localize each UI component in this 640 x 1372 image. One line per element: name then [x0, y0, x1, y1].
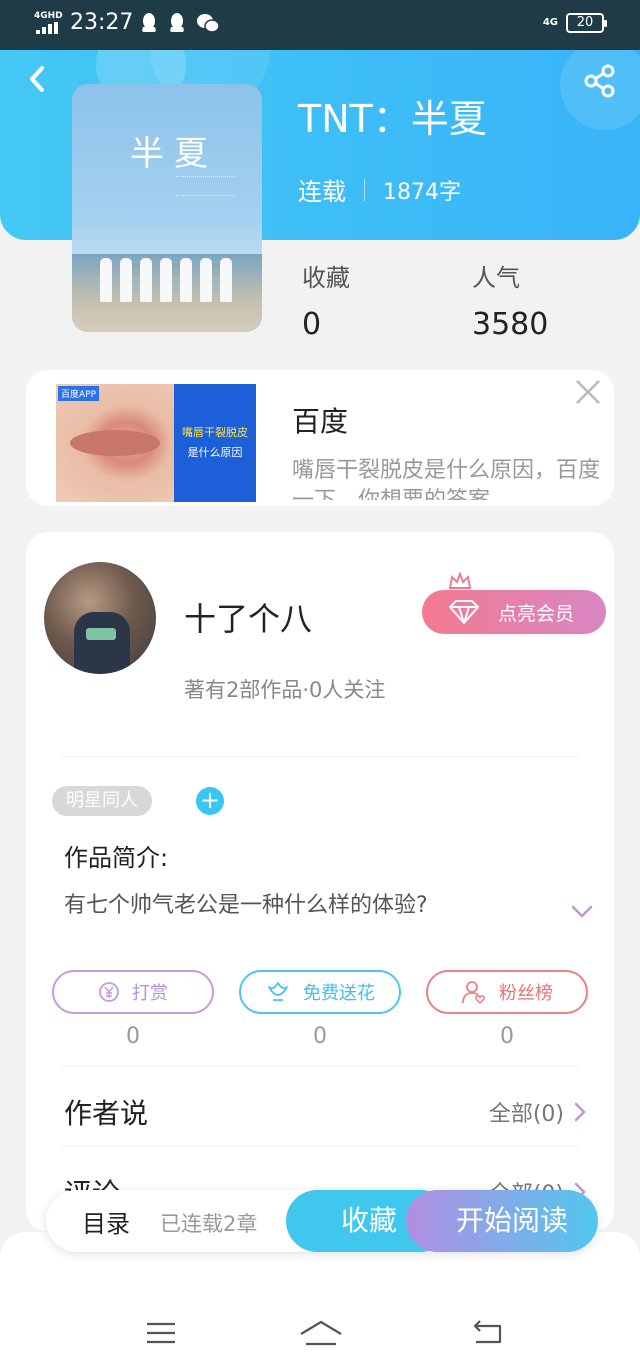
share-button[interactable]	[584, 64, 616, 98]
stat-popularity: 人气 3580	[472, 258, 548, 342]
fan-count: 0	[500, 1024, 514, 1049]
author-name[interactable]: 十了个八	[184, 594, 312, 640]
action-label: 免费送花	[303, 983, 375, 1004]
flower-count: 0	[313, 1024, 327, 1049]
home-icon	[300, 1320, 342, 1346]
chevron-right-icon	[574, 1102, 586, 1122]
stat-label: 人气	[472, 264, 520, 292]
close-icon	[576, 380, 600, 404]
cover-title: 半夏	[130, 134, 218, 174]
ad-image-line: 是什么原因	[187, 446, 243, 459]
add-tag-button[interactable]: +	[196, 787, 224, 815]
fan-ranking-button[interactable]: 粉丝榜	[426, 970, 588, 1014]
word-count: 1874字	[383, 179, 461, 205]
home-nav-button[interactable]	[298, 1318, 344, 1348]
network-right: 4G	[542, 17, 558, 28]
system-nav-bar	[0, 1232, 640, 1372]
genre-tag[interactable]: 明星同人	[52, 786, 152, 816]
book-title: TNT：半夏	[298, 97, 487, 141]
tip-button[interactable]: 打赏	[52, 970, 214, 1014]
flower-icon	[268, 982, 288, 1001]
qq-icon	[168, 12, 186, 39]
stat-value: 3580	[472, 307, 549, 342]
back-button[interactable]	[22, 62, 52, 96]
bottom-action-bar: 目录 已连载2章 收藏 开始阅读	[46, 1190, 598, 1252]
tip-count: 0	[126, 1024, 140, 1049]
stat-label: 收藏	[302, 264, 350, 292]
chevron-down-icon	[571, 905, 593, 918]
chapter-count: 已连载2章	[160, 1212, 258, 1236]
ad-title: 百度	[292, 405, 349, 438]
catalog-button[interactable]: 目录	[82, 1204, 130, 1239]
share-icon	[584, 64, 615, 98]
book-status: 连载	[298, 178, 346, 206]
author-says-row[interactable]: 作者说 全部(0)	[64, 1092, 586, 1132]
signal-icon	[36, 22, 58, 34]
book-detail-card: 十了个八 著有2部作品·0人关注 点亮会员 明星同人 + 作品简介: 有七个帅气…	[26, 532, 614, 1232]
send-flower-button[interactable]: 免费送花	[239, 970, 401, 1014]
battery-icon: 20	[566, 13, 607, 33]
book-cover[interactable]: 半夏	[72, 84, 262, 332]
expand-intro-button[interactable]	[570, 902, 594, 920]
crown-icon	[448, 572, 472, 589]
status-time: 23:27	[70, 10, 134, 35]
menu-nav-button[interactable]	[143, 1318, 179, 1348]
chevron-left-icon	[30, 66, 44, 92]
ad-banner[interactable]: 百度APP 嘴唇干裂脱皮 是什么原因 百度 嘴唇干裂脱皮是什么原因，百度一下，你…	[26, 370, 614, 506]
vip-label: 点亮会员	[498, 602, 575, 625]
action-label: 打赏	[132, 983, 168, 1004]
diamond-icon	[449, 600, 479, 624]
wechat-icon	[196, 12, 220, 39]
intro-text: 有七个帅气老公是一种什么样的体验?	[64, 893, 428, 918]
user-heart-icon	[462, 981, 485, 1005]
network-type: 4GHD	[34, 11, 63, 21]
stat-favorites: 收藏 0	[302, 258, 350, 342]
intro-label: 作品简介:	[64, 844, 169, 872]
qq-icon	[140, 12, 158, 39]
return-icon	[473, 1320, 502, 1344]
menu-icon	[147, 1322, 175, 1344]
author-info: 著有2部作品·0人关注	[184, 678, 386, 702]
ad-image: 百度APP 嘴唇干裂脱皮 是什么原因	[56, 384, 256, 502]
action-label: 粉丝榜	[499, 983, 553, 1004]
author-avatar[interactable]	[44, 562, 156, 674]
ad-logo: 百度APP	[58, 386, 100, 401]
author-says-label: 作者说	[64, 1097, 149, 1130]
ad-image-line: 嘴唇干裂脱皮	[182, 426, 248, 439]
vip-button[interactable]: 点亮会员	[422, 590, 606, 634]
author-says-count: 全部(0)	[488, 1102, 564, 1127]
ad-description: 嘴唇干裂脱皮是什么原因，百度一下，你想要的答案	[292, 458, 601, 500]
stat-value: 0	[302, 307, 322, 342]
status-bar: 4GHD 23:27 4G 20	[0, 0, 640, 50]
yuan-icon	[99, 982, 119, 1002]
book-meta: 连载 1874字	[298, 172, 461, 207]
start-reading-button[interactable]: 开始阅读	[406, 1190, 598, 1252]
ad-close-button[interactable]	[574, 378, 602, 406]
cover-subtitle-decoration	[176, 176, 236, 196]
back-nav-button[interactable]	[470, 1318, 506, 1348]
